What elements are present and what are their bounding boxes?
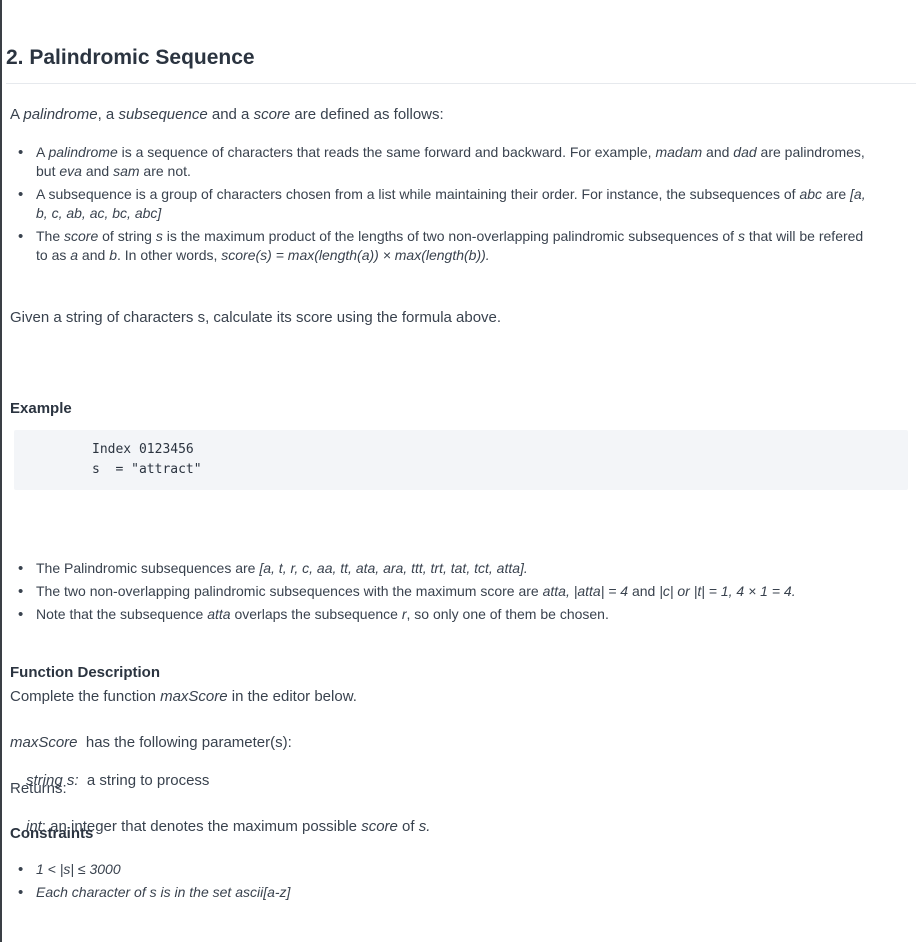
example-bullet-subsequences: The Palindromic subsequences are [a, t, …: [0, 559, 915, 578]
task-paragraph: Given a string of characters s, calculat…: [10, 309, 502, 326]
function-description-heading: Function Description: [10, 664, 160, 681]
intro-paragraph: A palindrome, a subsequence and a score …: [10, 106, 444, 123]
returns-label: Returns:: [10, 780, 67, 797]
function-description-text: Complete the function maxScore in the ed…: [10, 688, 357, 705]
example-bullet-max-score: The two non-overlapping palindromic subs…: [0, 582, 915, 601]
constraint-charset: Each character of s is in the set ascii[…: [0, 883, 915, 902]
code-line-string: s = "attract": [92, 462, 202, 477]
code-line-index: Index 0123456: [92, 442, 194, 457]
definition-palindrome: A palindrome is a sequence of characters…: [0, 143, 915, 181]
function-signature: maxScore has the following parameter(s):: [10, 734, 292, 751]
page-title: 2. Palindromic Sequence: [6, 46, 255, 69]
example-code-block: Index 0123456 s = "attract": [14, 430, 908, 490]
constraints-list: 1 < |s| ≤ 3000 Each character of s is in…: [0, 860, 915, 902]
definitions-list: A palindrome is a sequence of characters…: [0, 143, 915, 265]
definition-score: The score of string s is the maximum pro…: [0, 227, 915, 265]
problem-statement: 2. Palindromic Sequence A palindrome, a …: [0, 0, 921, 942]
example-explanation-list: The Palindromic subsequences are [a, t, …: [0, 559, 915, 624]
constraints-heading: Constraints: [10, 825, 94, 842]
definition-subsequence: A subsequence is a group of characters c…: [0, 185, 915, 223]
title-divider: [6, 83, 916, 84]
constraint-length: 1 < |s| ≤ 3000: [0, 860, 915, 879]
example-bullet-overlap-note: Note that the subsequence atta overlaps …: [0, 605, 915, 624]
example-heading: Example: [10, 400, 72, 417]
